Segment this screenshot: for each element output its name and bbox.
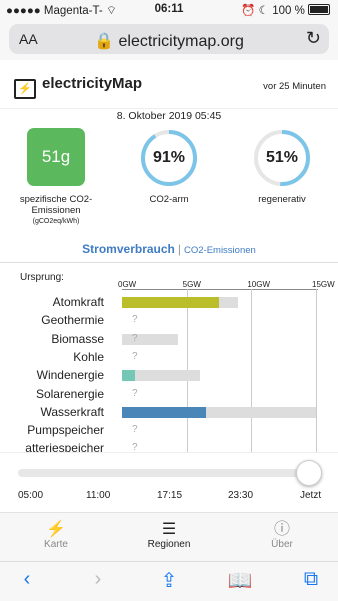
moon-icon: ☾ (258, 5, 269, 17)
status-bar: ●●●●● Magenta-T- ⌔ 06:11 ⏰ ☾ 100 % (0, 0, 338, 20)
nav-item-regions[interactable]: ☰ Regionen (134, 521, 204, 550)
x-tick-label: 15GW (312, 280, 335, 289)
alarm-icon: ⏰ (241, 5, 256, 17)
renewable-label: regenerativ (258, 194, 306, 205)
chart-row-label: Biomasse (51, 331, 104, 346)
carbon-intensity-box: 51g (27, 128, 85, 186)
carbon-intensity-label: spezifische CO2- Emissionen (19, 194, 93, 216)
chart-row-label: Windenergie (36, 368, 104, 383)
browser-toolbar: ‹ › ⇪ 📖 ⧉ (0, 561, 338, 601)
tab-emissions[interactable]: CO2-Emissionen (184, 245, 256, 256)
production-bar[interactable] (122, 370, 135, 382)
unknown-marker: ? (132, 387, 138, 399)
chart-row-label: Solarenergie (35, 386, 104, 401)
chart-x-axis (122, 289, 318, 290)
renewable-value: 51% (265, 149, 299, 166)
browser-bar: AA 🔒 electricitymap.org ↻ (0, 20, 338, 60)
info-icon: ⓘ (273, 521, 290, 538)
bottom-nav: ⚡ Karte ☰ Regionen ⓘ Über (0, 512, 338, 561)
datetime-label: 8. Oktober 2019 05:45 (116, 110, 222, 122)
chart-row-label: Geothermie (41, 313, 104, 328)
battery-icon (308, 4, 330, 15)
app-header: ⚡ electricityMap vor 25 Minuten (0, 60, 338, 109)
unknown-marker: ? (132, 314, 138, 326)
url-text[interactable]: 🔒 electricitymap.org (9, 31, 329, 51)
low-carbon-value: 91% (152, 149, 186, 166)
production-bar[interactable] (122, 406, 207, 418)
divider (0, 262, 338, 263)
chart-title: Ursprung: (20, 272, 64, 283)
chart-row-label: Pumpspeicher (27, 423, 104, 438)
chart-row-label: Atomkraft (52, 295, 104, 309)
nav-item-about-label: Über (271, 539, 293, 550)
time-label: 11:00 (86, 490, 111, 501)
logo-icon: ⚡ (14, 79, 36, 99)
nav-item-map-label: Karte (44, 539, 68, 550)
address-bar[interactable]: AA 🔒 electricitymap.org ↻ (9, 24, 329, 54)
capacity-bar[interactable] (122, 333, 178, 345)
lock-icon: 🔒 (94, 33, 115, 50)
time-slider-thumb[interactable] (296, 460, 322, 486)
back-icon[interactable]: ‹ (12, 568, 42, 591)
tab-consumption[interactable]: Stromverbrauch (82, 242, 175, 256)
nav-item-about[interactable]: ⓘ Über (247, 521, 317, 550)
unknown-marker: ? (132, 424, 138, 436)
logo[interactable]: ⚡ electricityMap (14, 75, 142, 99)
carbon-intensity-unit: (gCO2eq/kWh) (32, 218, 80, 225)
gridline (251, 289, 253, 452)
unknown-marker: ? (132, 350, 138, 362)
low-carbon-ring: 91% (140, 129, 198, 187)
production-bar[interactable] (122, 297, 219, 308)
x-tick-label: 10GW (247, 280, 270, 289)
tab-separator: | (177, 242, 181, 256)
bookmarks-icon[interactable]: 📖 (225, 568, 255, 593)
x-tick-label: 5GW (182, 280, 201, 289)
x-tick-label: 0GW (118, 280, 137, 289)
low-carbon-label: CO2-arm (149, 194, 189, 205)
time-label: 23:30 (228, 490, 254, 501)
renewable-ring: 51% (253, 129, 311, 187)
gridline (316, 289, 317, 452)
chart-row-label: Kohle (73, 349, 104, 364)
time-label: 05:00 (18, 490, 44, 501)
tabs-icon[interactable]: ⧉ (296, 568, 326, 591)
share-icon[interactable]: ⇪ (154, 568, 184, 593)
nav-item-map[interactable]: ⚡ Karte (21, 521, 91, 550)
map-icon: ⚡ (46, 521, 66, 538)
reload-icon[interactable]: ↻ (306, 28, 321, 49)
time-label: 17:15 (157, 490, 183, 501)
list-icon: ☰ (161, 521, 177, 538)
forward-icon[interactable]: › (83, 568, 113, 591)
chart-row-label: Wasserkraft (40, 404, 104, 419)
battery-indicator: ⏰ ☾ 100 % (241, 3, 330, 17)
nav-item-regions-label: Regionen (147, 539, 191, 550)
time-label: Jetzt (300, 490, 322, 501)
update-time: vor 25 Minuten (263, 81, 326, 92)
view-tabs: Stromverbrauch | CO2-Emissionen (0, 242, 338, 256)
unknown-marker: ? (132, 332, 138, 344)
time-slider-panel (0, 452, 338, 511)
time-slider-track[interactable] (18, 469, 318, 477)
